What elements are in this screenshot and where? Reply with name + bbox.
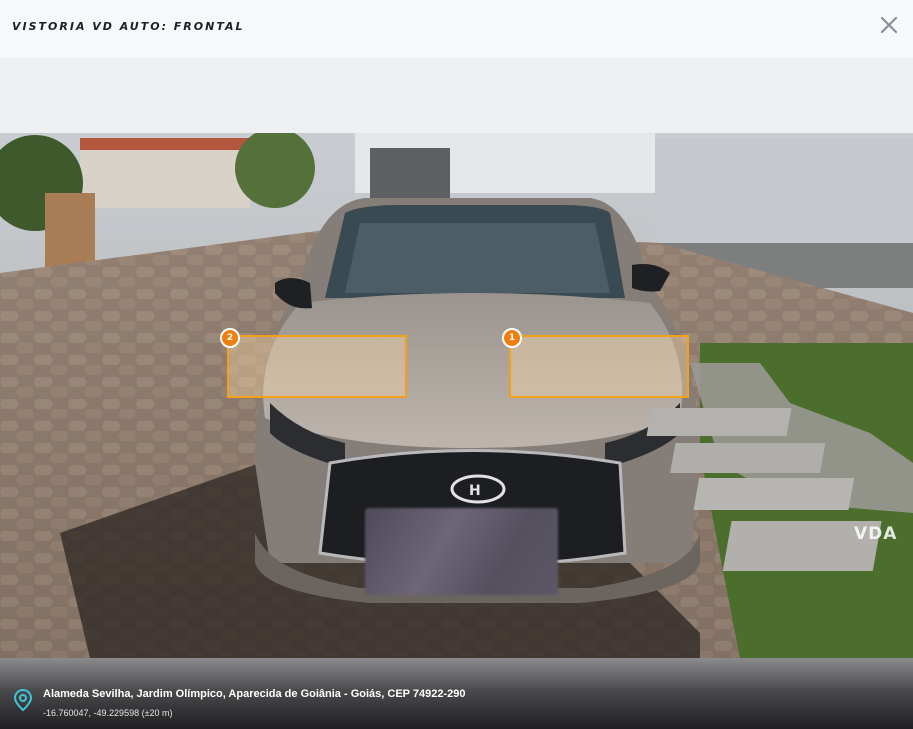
watermark-logo: VDA	[854, 524, 910, 556]
watermark-text: VDA	[854, 524, 898, 544]
page-title: VISTORIA VD AUTO: FRONTAL	[12, 20, 245, 33]
damage-marker-1[interactable]: 1	[502, 328, 522, 348]
location-coordinates: -16.760047, -49.229598 (±20 m)	[43, 708, 173, 718]
header-bar: VISTORIA VD AUTO: FRONTAL	[0, 0, 913, 58]
damage-marker-2[interactable]: 2	[220, 328, 240, 348]
location-address: Alameda Sevilha, Jardim Olímpico, Aparec…	[43, 688, 466, 700]
toolbar-area	[0, 58, 913, 133]
map-pin-icon	[13, 688, 33, 712]
close-icon	[880, 16, 898, 34]
inspection-photo[interactable]: H 1 2 VDA	[0, 133, 913, 658]
damage-area-2[interactable]	[227, 335, 407, 398]
svg-text:H: H	[469, 483, 481, 499]
damage-area-1[interactable]	[509, 335, 689, 398]
license-plate-blur	[365, 508, 558, 595]
location-bar: Alameda Sevilha, Jardim Olímpico, Aparec…	[0, 658, 913, 729]
close-button[interactable]	[876, 12, 902, 38]
